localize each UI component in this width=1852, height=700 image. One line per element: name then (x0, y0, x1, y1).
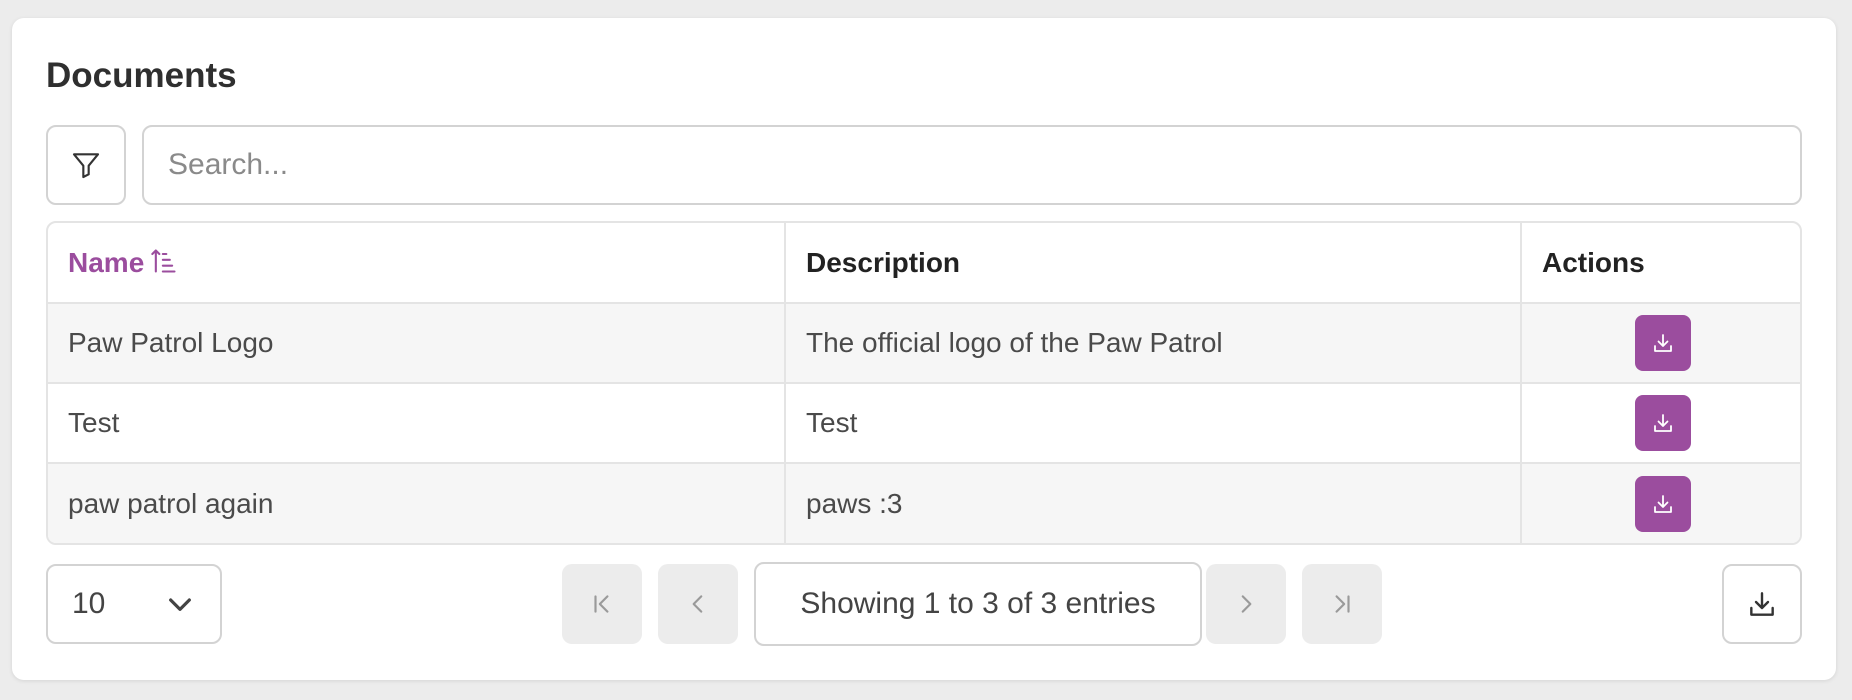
cell-description: The official logo of the Paw Patrol (785, 303, 1522, 383)
row-download-button[interactable] (1635, 475, 1691, 532)
first-page-icon (594, 595, 609, 613)
chevron-left-icon (692, 595, 703, 613)
page-title: Documents (46, 56, 237, 95)
row-download-button[interactable] (1635, 395, 1691, 451)
filter-button[interactable] (46, 125, 126, 205)
next-page-button[interactable] (1206, 564, 1286, 644)
search-input[interactable] (142, 125, 1802, 205)
download-icon (1654, 494, 1672, 513)
column-header-label: Name (68, 246, 145, 278)
cell-description: paws :3 (785, 462, 1522, 543)
page-size-value: 10 (72, 587, 106, 620)
download-icon (1654, 414, 1672, 432)
table-row: Test Test (48, 382, 1800, 463)
chevron-right-icon (1241, 595, 1252, 613)
column-header-name[interactable]: Name (48, 223, 786, 304)
column-header-actions: Actions (1521, 223, 1800, 304)
previous-page-button[interactable] (658, 564, 738, 644)
cell-actions (1521, 303, 1800, 383)
table-row: Paw Patrol Logo The official logo of the… (48, 303, 1800, 383)
download-icon (1654, 334, 1672, 352)
cell-actions (1521, 462, 1800, 543)
chevron-down-icon (169, 598, 191, 611)
table-row: paw patrol again paws :3 (48, 462, 1800, 543)
last-page-button[interactable] (1302, 564, 1382, 644)
cell-name: Test (48, 382, 786, 463)
column-header-description: Description (785, 223, 1522, 304)
filter-icon (72, 153, 100, 179)
cell-actions (1521, 382, 1800, 463)
cell-name: Paw Patrol Logo (48, 303, 786, 383)
export-button[interactable] (1722, 564, 1802, 644)
cell-name: paw patrol again (48, 462, 786, 543)
download-icon (1750, 592, 1774, 616)
page-size-select[interactable]: 10 (46, 564, 222, 644)
sort-ascending-icon (151, 248, 176, 273)
column-header-label: Actions (1542, 246, 1645, 278)
first-page-button[interactable] (562, 564, 642, 644)
documents-card: Documents Name (12, 18, 1836, 680)
documents-table: Name Description Actions Paw Patrol Logo… (46, 221, 1802, 545)
column-header-label: Description (806, 246, 961, 278)
row-download-button[interactable] (1635, 315, 1691, 371)
cell-description: Test (785, 382, 1522, 463)
last-page-icon (1335, 595, 1350, 613)
table-header-row: Name Description Actions (48, 223, 1800, 304)
entries-summary: Showing 1 to 3 of 3 entries (754, 562, 1202, 646)
